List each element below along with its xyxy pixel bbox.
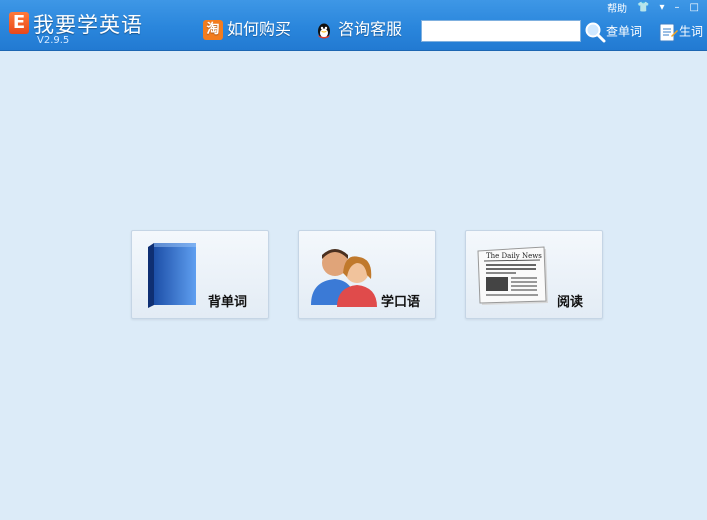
app-version: V2.9.5 — [37, 35, 70, 46]
maximize-button[interactable]: □ — [690, 2, 699, 13]
lookup-word-button[interactable]: 查单词 — [584, 20, 642, 43]
vocabulary-list-button[interactable]: 生词 — [657, 20, 703, 43]
taobao-icon: 淘 — [203, 19, 223, 40]
minimize-button[interactable]: – — [675, 2, 680, 13]
customer-service-label: 咨询客服 — [338, 19, 403, 39]
skin-icon[interactable]: 👕 — [637, 2, 649, 13]
qq-penguin-icon — [318, 23, 330, 38]
lookup-word-label: 查单词 — [606, 24, 643, 39]
window-controls: 帮助 👕 ▾ – □ — [607, 0, 699, 15]
word-search-input[interactable] — [421, 20, 581, 42]
help-link[interactable]: 帮助 — [607, 0, 627, 15]
vocabulary-list-label: 生词 — [679, 24, 704, 39]
reading-label: 阅读 — [557, 295, 584, 310]
reading-card[interactable]: The Daily News 阅读 — [465, 230, 603, 319]
customer-service-link[interactable]: 咨询客服 — [314, 18, 402, 40]
spoken-english-card[interactable]: 学口语 — [298, 230, 436, 319]
book-icon — [148, 243, 196, 308]
people-icon — [311, 249, 377, 307]
memorize-words-label: 背单词 — [208, 295, 248, 310]
how-to-buy-label: 如何购买 — [227, 19, 292, 39]
notebook-icon — [659, 23, 678, 41]
app-logo: E — [9, 12, 29, 34]
magnifier-icon — [585, 22, 606, 42]
newspaper-icon: The Daily News — [477, 246, 548, 305]
title-bar: E 我要学英语 V2.9.5 帮助 👕 ▾ – □ 淘如何购买 咨询客服 查单词 — [0, 0, 707, 51]
newspaper-masthead: The Daily News — [486, 252, 542, 260]
how-to-buy-link[interactable]: 淘如何购买 — [203, 18, 291, 40]
menu-icon[interactable]: ▾ — [660, 2, 665, 13]
spoken-english-label: 学口语 — [381, 295, 421, 310]
memorize-words-card[interactable]: 背单词 — [131, 230, 269, 319]
